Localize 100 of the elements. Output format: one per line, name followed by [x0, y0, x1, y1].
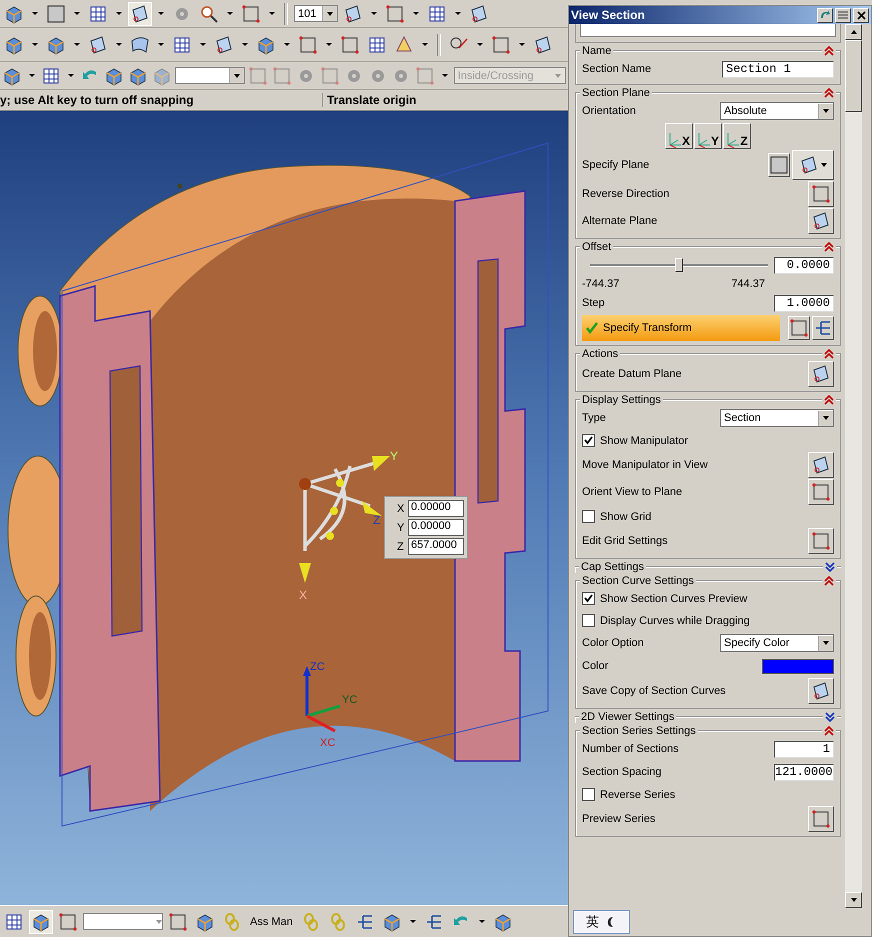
coordinate-field[interactable]: 657.0000 [408, 538, 464, 555]
checkbox[interactable] [582, 788, 595, 801]
filter-dropdown[interactable] [174, 67, 246, 84]
action-button[interactable] [808, 806, 834, 832]
caret-icon[interactable] [477, 43, 483, 46]
coordinate-field[interactable]: 0.00000 [408, 500, 464, 517]
toolbar-button[interactable] [128, 2, 152, 26]
checkbox-label: Show Grid [600, 510, 652, 522]
axis-button[interactable]: Y [694, 123, 722, 149]
checkbox-row[interactable]: Show Manipulator [582, 430, 834, 451]
caret-icon[interactable] [371, 12, 377, 15]
caret-icon[interactable] [74, 43, 80, 46]
expand-icon[interactable] [823, 712, 837, 722]
collapse-icon[interactable] [822, 576, 836, 586]
input-field[interactable]: 0.0000 [774, 256, 834, 274]
input-field[interactable]: 121.0000 [774, 764, 834, 780]
checkbox[interactable] [582, 434, 595, 447]
caret-icon[interactable] [32, 12, 38, 15]
caret-icon[interactable] [227, 12, 233, 15]
language-bar[interactable]: 英 [573, 910, 630, 934]
caret-icon[interactable] [32, 43, 38, 46]
caret-icon[interactable] [422, 43, 428, 46]
caret-icon[interactable] [269, 12, 275, 15]
action-button[interactable] [808, 528, 834, 554]
checkbox[interactable] [582, 614, 595, 627]
transform-button[interactable]: Specify Transform [582, 315, 780, 341]
manipulator-drawing[interactable] [299, 456, 390, 583]
caret-icon[interactable] [455, 12, 461, 15]
axis-button[interactable]: X [665, 123, 693, 149]
input-field[interactable]: Section 1 [722, 60, 834, 78]
caret-icon[interactable] [28, 74, 35, 77]
action-button[interactable] [808, 361, 834, 387]
caret-icon[interactable] [442, 74, 448, 77]
caret-icon[interactable] [74, 12, 80, 15]
collapse-icon[interactable] [822, 88, 836, 98]
dropdown[interactable]: Specify Color [720, 634, 834, 652]
action-button[interactable] [808, 181, 834, 207]
frame-icon [415, 66, 436, 86]
frame-icon [811, 184, 831, 204]
reset-button[interactable] [817, 8, 833, 22]
checkbox-row[interactable]: Display Curves while Dragging [582, 610, 834, 631]
caret-icon[interactable] [242, 43, 248, 46]
action-button[interactable] [808, 452, 834, 478]
action-button[interactable] [808, 208, 834, 234]
caret-icon[interactable] [410, 920, 416, 923]
input-field[interactable]: 1.0000 [774, 294, 834, 312]
caret-icon[interactable] [478, 920, 485, 923]
caret-icon[interactable] [413, 12, 419, 15]
field-label: Alternate Plane [582, 215, 658, 227]
plane-icon [469, 4, 489, 24]
caret-icon[interactable] [284, 43, 290, 46]
collapse-icon[interactable] [822, 46, 836, 56]
group-title: Cap Settings [579, 560, 646, 572]
cube-icon [104, 66, 124, 86]
caret-icon[interactable] [326, 43, 332, 46]
plane-selector-button[interactable] [792, 150, 834, 180]
checkbox[interactable] [582, 510, 595, 523]
collapse-icon[interactable] [822, 242, 836, 252]
color-swatch[interactable] [762, 658, 834, 674]
caret-icon[interactable] [519, 43, 525, 46]
slider-thumb[interactable] [675, 258, 683, 272]
checkbox[interactable] [582, 592, 595, 605]
caret-icon[interactable] [116, 12, 122, 15]
close-button[interactable] [853, 8, 869, 22]
layer-dropdown[interactable]: 101 [294, 5, 338, 22]
dropdown[interactable]: Absolute [720, 102, 834, 120]
collapse-icon[interactable] [822, 348, 836, 358]
expand-icon[interactable] [823, 562, 837, 572]
action-button[interactable] [808, 678, 834, 704]
caret-icon[interactable] [200, 43, 206, 46]
caret-icon[interactable] [116, 43, 122, 46]
toolbar-button[interactable] [29, 910, 53, 934]
cube-icon [4, 4, 24, 24]
input-field[interactable]: 1 [774, 740, 834, 758]
selection-field[interactable] [580, 24, 836, 37]
action-button[interactable] [808, 479, 834, 505]
axis-button[interactable]: Z [723, 123, 751, 149]
axis-icon [668, 132, 682, 148]
curve-icon [130, 34, 150, 54]
cube-icon [382, 912, 402, 932]
menu-button[interactable] [835, 8, 851, 22]
checkbox-row[interactable]: Show Section Curves Preview [582, 588, 834, 609]
field-label: Color Option [582, 637, 644, 649]
caret-icon[interactable] [158, 12, 164, 15]
collapse-icon[interactable] [822, 726, 836, 736]
reset-icon [820, 10, 830, 20]
plane-icon [130, 4, 150, 24]
assembly-navigator-button[interactable]: Ass Man [247, 916, 296, 928]
field-label: Orientation [582, 105, 636, 117]
field-label: Save Copy of Section Curves [582, 685, 726, 697]
checkbox-row[interactable]: Reverse Series [582, 784, 834, 805]
plane-dialog-button[interactable] [768, 153, 790, 177]
csys-button[interactable] [812, 316, 834, 340]
dropdown[interactable]: Section [720, 409, 834, 427]
collapse-icon[interactable] [822, 394, 836, 404]
point-button[interactable] [788, 316, 810, 340]
checkbox-row[interactable]: Show Grid [582, 506, 834, 527]
caret-icon[interactable] [68, 74, 74, 77]
caret-icon[interactable] [158, 43, 164, 46]
coordinate-field[interactable]: 0.00000 [408, 519, 464, 536]
